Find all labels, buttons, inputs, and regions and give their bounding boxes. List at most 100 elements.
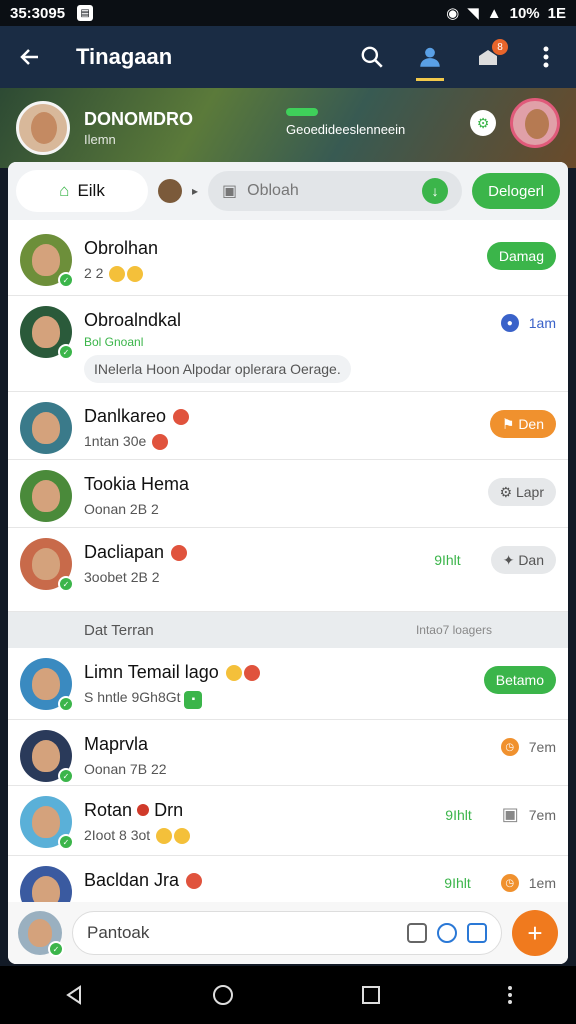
- contact-name: Limn Temail lago: [84, 662, 219, 682]
- avatar: ✓: [20, 306, 74, 360]
- list-item[interactable]: Tookia Hema Oonan 2B 2 ⚙ Lapr: [8, 460, 568, 528]
- list-item[interactable]: ✓ Rotan Drn 2Ioot 8 3ot 9Ihlt ▣ 7em: [8, 786, 568, 856]
- nav-home-icon[interactable]: [211, 983, 235, 1007]
- contact-subtitle: 2Ioot 8 3ot: [84, 827, 151, 843]
- nav-back-icon[interactable]: [63, 984, 85, 1006]
- list-item[interactable]: Bacldan Jra 9Ihlt ◷ 1em: [8, 856, 568, 918]
- more-menu-button[interactable]: [530, 41, 562, 73]
- avatar: ✓: [20, 234, 74, 288]
- camera-icon: ▣: [501, 804, 519, 824]
- contact-name: Tookia Hema: [84, 474, 190, 494]
- notification-badge: 8: [492, 39, 508, 55]
- avatar[interactable]: ✓: [18, 911, 64, 957]
- avatar: ✓: [20, 796, 74, 850]
- add-button[interactable]: +: [512, 910, 558, 956]
- message-time: 7em: [528, 739, 556, 755]
- avatar: [20, 402, 72, 454]
- status-badge[interactable]: ✦ Dan: [490, 546, 556, 574]
- avatar[interactable]: [510, 98, 560, 148]
- list-item[interactable]: ✓ Obrolhan 2 2 Damag: [8, 224, 568, 296]
- settings-button[interactable]: ⚙: [470, 110, 496, 136]
- contact-subtitle: Bol Gnoanl: [84, 335, 144, 349]
- contact-subtitle: Oonan 2B 2: [84, 501, 159, 517]
- alert-icon: [137, 804, 150, 816]
- plus-icon: +: [527, 917, 543, 948]
- home-icon: ⌂: [59, 181, 70, 200]
- chat-list-panel: ⌂ Eilk ▸ ▣ Obloah ↓ Delogerl ✓ Obrolhan …: [8, 162, 568, 964]
- status-badge[interactable]: Damag: [486, 242, 556, 270]
- profile-tab[interactable]: [414, 41, 446, 81]
- profile-name: DONOMDRO: [84, 109, 193, 129]
- app-title: Tinagaan: [76, 44, 173, 69]
- gear-icon: ⚙: [476, 114, 490, 131]
- contact-name: Danlkareo: [84, 406, 167, 426]
- search-button[interactable]: [356, 41, 388, 73]
- contact-subtitle: S hntle 9Gh8Gt: [84, 689, 181, 705]
- status-badge[interactable]: ⚙ Lapr: [487, 478, 556, 506]
- message-preview: INelerla Hoon Alpodar oplerara Oerage.: [84, 355, 351, 383]
- flag-icon: ⚑: [501, 415, 519, 432]
- search-field[interactable]: ▣ Obloah ↓: [208, 171, 463, 211]
- message-placeholder: Pantoak: [87, 923, 150, 942]
- profile-subtitle: Ilemn: [84, 132, 116, 147]
- contact-name: Rotan: [84, 800, 133, 820]
- status-badge-label: Den: [518, 416, 544, 432]
- battery-level: 10%: [509, 4, 540, 22]
- online-indicator: [286, 108, 318, 116]
- nav-more-icon[interactable]: [507, 985, 513, 1005]
- avatar[interactable]: [16, 101, 70, 155]
- message-time: 9Ihlt: [434, 552, 461, 568]
- notification-icon: ▤: [77, 5, 94, 21]
- list-item[interactable]: Danlkareo 1ntan 30e ⚑ Den: [8, 392, 568, 460]
- image-icon: ▣: [222, 183, 238, 200]
- emoji-icon: [127, 266, 144, 283]
- status-badge-label: Dan: [518, 552, 544, 568]
- message-input[interactable]: Pantoak: [72, 911, 502, 955]
- download-icon[interactable]: ↓: [422, 178, 449, 204]
- contact-name-suffix: Drn: [154, 800, 184, 820]
- list-item[interactable]: ✓ Maprvla Oonan 7B 22 ◷ 7em: [8, 720, 568, 786]
- contact-name: Bacldan Jra: [84, 870, 180, 890]
- list-item[interactable]: ✓ Limn Temail lago S hntle 9Gh8Gt ▪ Beta…: [8, 648, 568, 720]
- battery-extra: 1E: [547, 4, 566, 22]
- status-badge[interactable]: Betamo: [483, 666, 556, 694]
- home-filter-label: Eilk: [77, 181, 105, 200]
- edit-icon[interactable]: [407, 923, 427, 943]
- status-badge[interactable]: ⚑ Den: [489, 410, 556, 438]
- contact-name: Obrolhan: [84, 238, 159, 258]
- emoji-icon: [173, 409, 190, 426]
- chat-icon: ▪: [184, 690, 203, 709]
- section-header: Dat Terran Intao7 loagers: [8, 612, 568, 648]
- more-vert-icon: [543, 46, 549, 68]
- status-badge-label: Lapr: [515, 484, 544, 500]
- image-icon[interactable]: [467, 923, 487, 943]
- clock-icon: ◷: [500, 738, 519, 756]
- message-time-alt: 7em: [528, 806, 556, 823]
- home-filter-button[interactable]: ⌂ Eilk: [16, 170, 148, 212]
- primary-action-button[interactable]: Delogerl: [472, 173, 560, 209]
- contact-name: Maprvla: [84, 734, 149, 754]
- list-item[interactable]: ✓ Dacliapan 3oobet 2B 2 9Ihlt ✦ Dan: [8, 528, 568, 612]
- alarm-icon: ◉: [446, 5, 460, 22]
- avatar: [20, 470, 72, 522]
- clock-icon: ◷: [500, 874, 519, 892]
- back-arrow-icon: [20, 49, 38, 65]
- nav-recents-icon[interactable]: [361, 985, 381, 1005]
- emoji-icon: [171, 545, 188, 562]
- emoji-icon: [225, 665, 242, 682]
- drop-icon: ●: [500, 314, 519, 332]
- section-meta: Intao7 loagers: [415, 623, 492, 637]
- compose-bar: ✓ Pantoak +: [8, 902, 568, 964]
- pin-icon: ✦: [502, 551, 519, 568]
- check-icon[interactable]: [437, 923, 457, 943]
- message-time: 9Ihlt: [445, 806, 472, 823]
- system-nav-bar: [0, 966, 576, 1024]
- back-button[interactable]: [14, 41, 46, 73]
- contact-name: Dacliapan: [84, 542, 165, 562]
- filter-toolbar: ⌂ Eilk ▸ ▣ Obloah ↓ Delogerl: [8, 162, 568, 220]
- notifications-button[interactable]: 8: [472, 39, 508, 73]
- list-item[interactable]: ✓ Obroalndkal Bol Gnoanl INelerla Hoon A…: [8, 296, 568, 392]
- avatar[interactable]: [158, 179, 182, 203]
- emoji-icon: [152, 434, 169, 451]
- avatar: ✓: [20, 730, 74, 784]
